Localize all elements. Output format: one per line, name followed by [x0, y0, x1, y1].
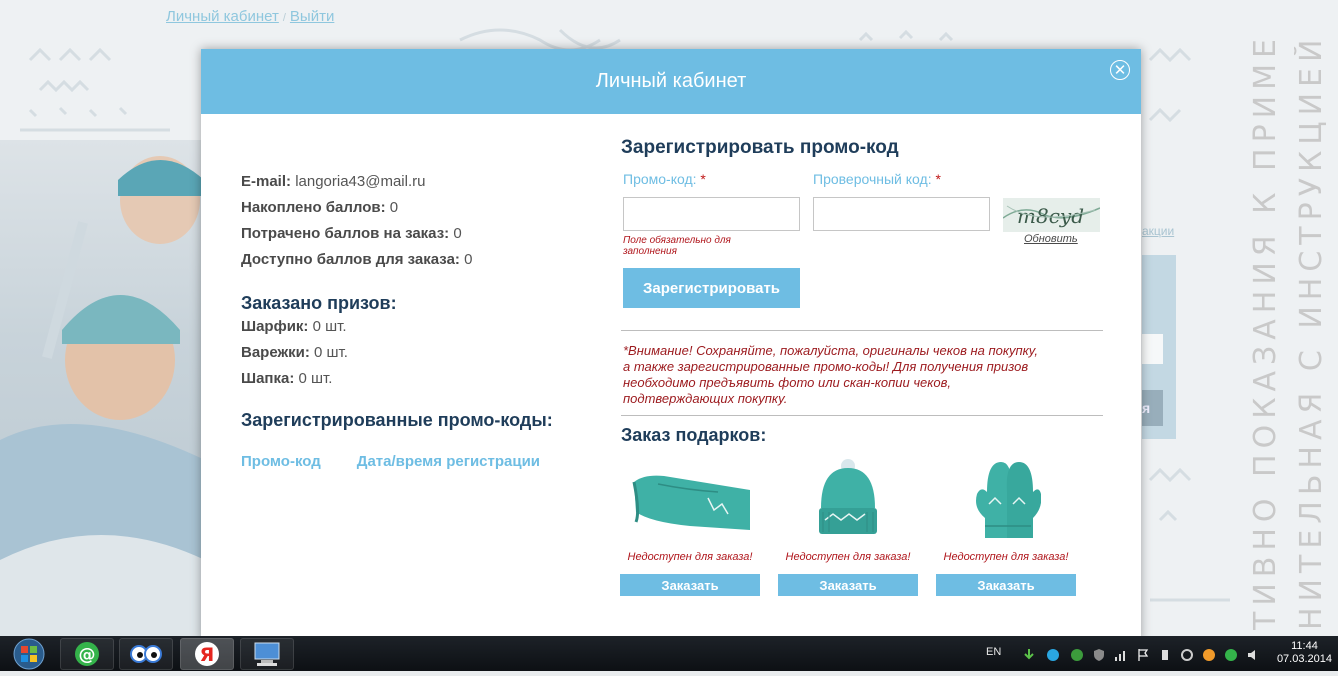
- shield-icon[interactable]: [1092, 648, 1106, 662]
- bg-side-input[interactable]: [1142, 334, 1163, 364]
- account-info: E-mail: langoria43@mail.ru Накоплено бал…: [241, 169, 601, 431]
- cabinet-link[interactable]: Личный кабинет: [166, 8, 279, 25]
- windows-logo-icon: [13, 638, 45, 670]
- ordered-item-scarf: Шарфик: 0 шт.: [241, 318, 347, 335]
- gift-hat: Недоступен для заказа! Заказать: [777, 455, 919, 596]
- scarf-status: Недоступен для заказа!: [627, 551, 753, 563]
- settings-icon[interactable]: [1180, 648, 1194, 662]
- family-photo-illustration: [0, 156, 205, 636]
- register-promo-title: Зарегистрировать промо-код: [621, 137, 899, 158]
- promo-code-error: Поле обязательно для заполнения: [623, 235, 731, 257]
- captcha-input[interactable]: [813, 197, 990, 231]
- eyes-icon: [130, 645, 162, 663]
- windows-taskbar: @ Я EN 11:44 07.03.2014: [0, 636, 1338, 671]
- email-value: langoria43@mail.ru: [295, 173, 426, 190]
- taskbar-yandex-browser[interactable]: Я: [180, 638, 234, 670]
- taskbar-mail-agent[interactable]: @: [60, 638, 114, 670]
- hat-image: [777, 455, 919, 545]
- gift-scarf: Недоступен для заказа! Заказать: [619, 455, 761, 596]
- modal-header: Личный кабинет ✕: [201, 49, 1141, 114]
- clock[interactable]: 11:44 07.03.2014: [1277, 640, 1332, 666]
- order-hat-button[interactable]: Заказать: [778, 574, 918, 596]
- svg-text:Я: Я: [200, 644, 215, 666]
- flag-icon[interactable]: [1136, 648, 1150, 662]
- clock-date: 07.03.2014: [1276, 653, 1332, 665]
- mittens-image: [935, 455, 1077, 545]
- download-arrow-icon[interactable]: [1022, 648, 1036, 662]
- accumulated-points-value: 0: [389, 199, 399, 216]
- computer-icon: [254, 642, 280, 666]
- captcha-label: Проверочный код: *: [813, 171, 941, 187]
- email-line: E-mail: langoria43@mail.ru: [241, 173, 426, 190]
- register-button[interactable]: Зарегистрировать: [623, 268, 800, 308]
- registered-codes-header: Промо-код Дата/время регистрации: [241, 453, 576, 470]
- taskbar-eyes-app[interactable]: [119, 638, 173, 670]
- gifts-order-title: Заказ подарков:: [621, 425, 767, 445]
- start-button[interactable]: [2, 637, 56, 671]
- col-registration-datetime: Дата/время регистрации: [356, 453, 541, 470]
- system-tray: EN 11:44 07.03.2014: [970, 636, 1338, 671]
- power-icon[interactable]: [1158, 648, 1172, 662]
- bg-vertical-text-2: НИТЕЛЬНАЯ С ИНСТРУКЦИЕЙ ПО ПРИМЕНЕНИЮ: [1294, 40, 1329, 630]
- captcha-refresh-link[interactable]: Обновить: [1024, 233, 1078, 245]
- bg-actions-link[interactable]: акции: [1142, 224, 1174, 238]
- promo-code-input[interactable]: [623, 197, 800, 231]
- available-points-value: 0: [464, 251, 473, 268]
- green-globe-icon[interactable]: [1070, 648, 1084, 662]
- taskbar-remote-desktop[interactable]: [240, 638, 294, 670]
- order-mittens-button[interactable]: Заказать: [936, 574, 1076, 596]
- ordered-prizes-title: Заказано призов:: [241, 293, 397, 313]
- scarf-image: [619, 455, 761, 545]
- divider-bottom: [621, 415, 1103, 416]
- close-icon[interactable]: ✕: [1110, 60, 1130, 80]
- spent-points-value: 0: [453, 225, 462, 242]
- network-signal-icon[interactable]: [1114, 648, 1128, 662]
- divider-top: [621, 330, 1103, 331]
- order-scarf-button[interactable]: Заказать: [620, 574, 760, 596]
- top-links: Личный кабинет / Выйти: [166, 8, 334, 25]
- zona-icon[interactable]: [1046, 648, 1060, 662]
- mittens-status: Недоступен для заказа!: [943, 551, 1069, 563]
- promo-code-label: Промо-код: *: [623, 171, 706, 187]
- captcha-image: m8cyd: [1003, 198, 1100, 232]
- svg-text:@: @: [79, 645, 96, 665]
- clock-time: 11:44: [1291, 640, 1318, 652]
- bg-side-button[interactable]: я: [1142, 390, 1163, 426]
- captcha-text: m8cyd: [1017, 204, 1084, 228]
- ordered-item-hat: Шапка: 0 шт.: [241, 370, 333, 387]
- language-indicator[interactable]: EN: [986, 646, 1001, 658]
- yandex-browser-icon: Я: [195, 642, 219, 666]
- volume-icon[interactable]: [1246, 648, 1260, 662]
- hat-status: Недоступен для заказа!: [785, 551, 911, 563]
- available-points-line: Доступно баллов для заказа: 0: [241, 251, 473, 268]
- ordered-item-mittens: Варежки: 0 шт.: [241, 344, 348, 361]
- mail-agent-tray-icon[interactable]: [1224, 648, 1238, 662]
- spent-points-line: Потрачено баллов на заказ: 0: [241, 225, 462, 242]
- orange-app-icon[interactable]: [1202, 648, 1216, 662]
- accumulated-points-line: Накоплено баллов: 0: [241, 199, 399, 216]
- logout-link[interactable]: Выйти: [290, 8, 334, 25]
- bg-vertical-text-1: ТИВНО ПОКАЗАНИЯ К ПРИМЕНЕНИЮ: [1248, 40, 1283, 630]
- background-photo-family: [0, 140, 205, 636]
- receipts-notice: *Внимание! Сохраняйте, пожалуйста, ориги…: [623, 343, 1039, 406]
- gift-mittens: Недоступен для заказа! Заказать: [935, 455, 1077, 596]
- mail-agent-icon: @: [75, 642, 99, 666]
- link-separator: /: [282, 12, 286, 24]
- modal-title: Личный кабинет: [595, 70, 747, 92]
- personal-cabinet-modal: Личный кабинет ✕ E-mail: langoria43@mail…: [201, 49, 1141, 641]
- registered-codes-title: Зарегистрированные промо-коды:: [241, 410, 553, 430]
- col-promo-code: Промо-код: [241, 453, 321, 470]
